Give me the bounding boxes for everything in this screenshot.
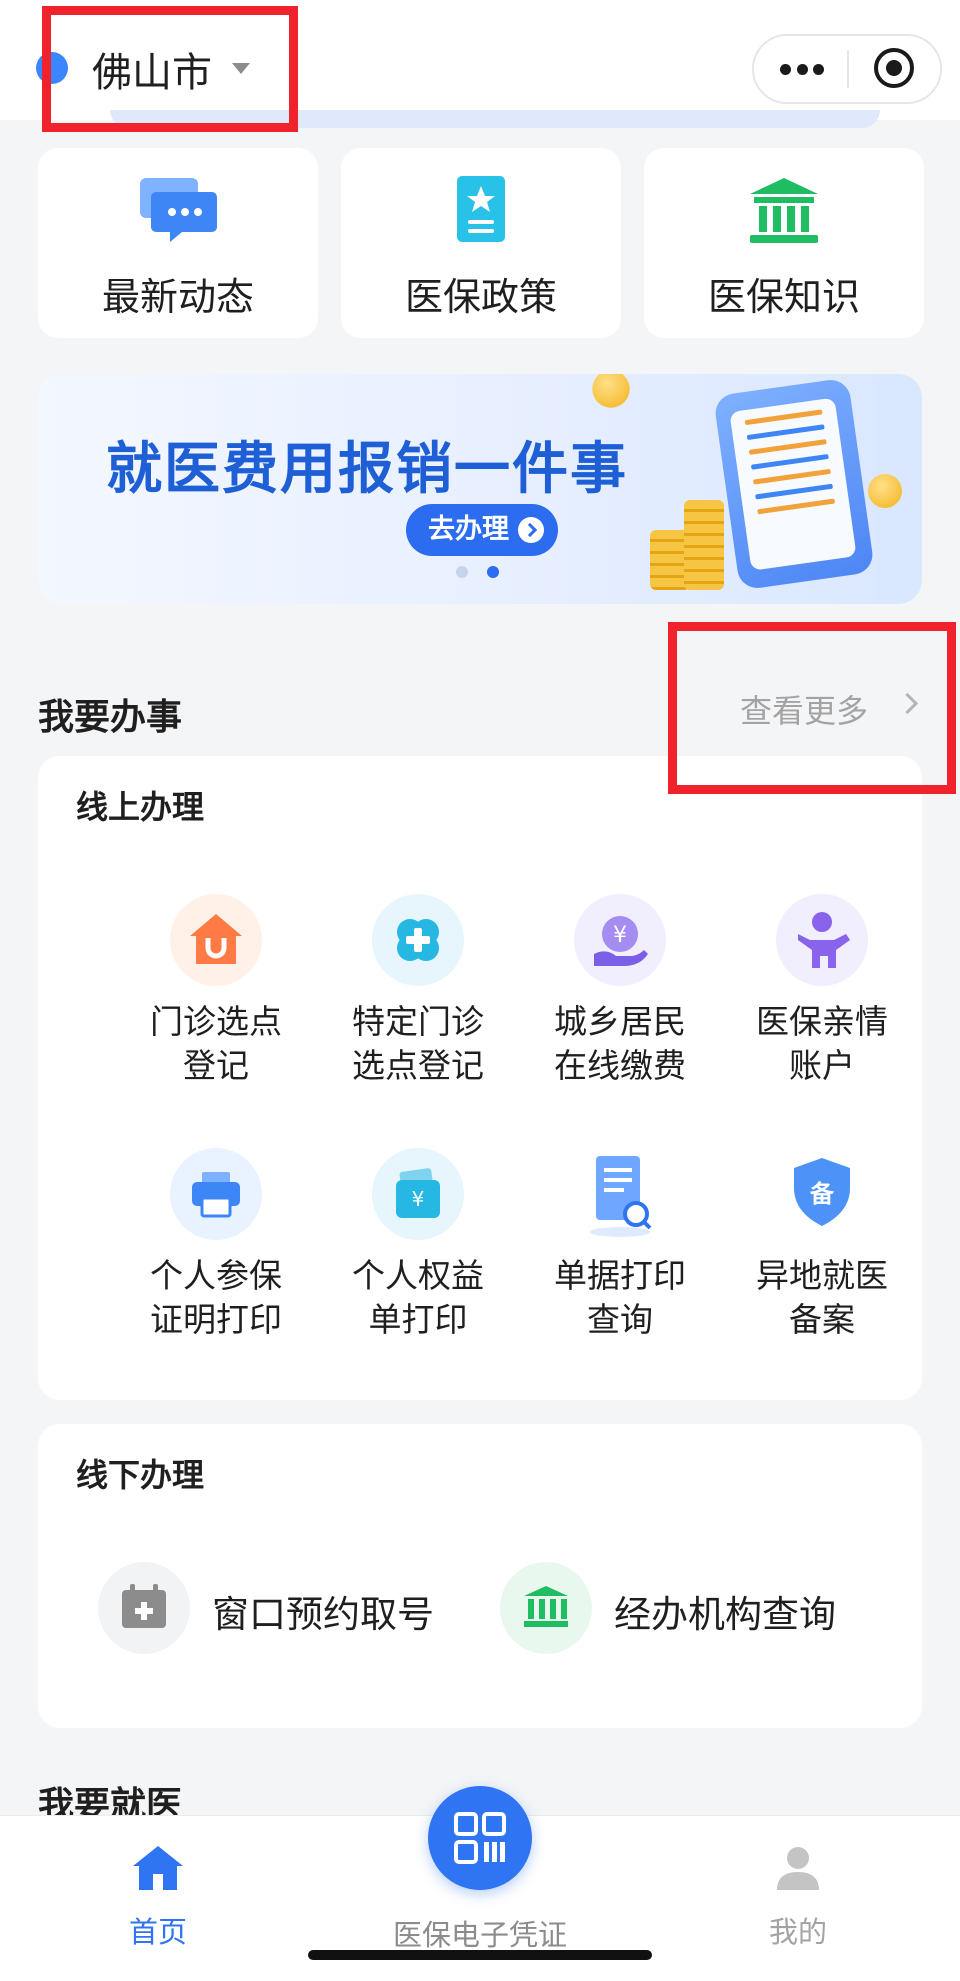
service-resident-payment[interactable]: ¥ 城乡居民在线缴费 <box>520 894 720 1088</box>
service-receipt-print-query[interactable]: 单据打印 查询 <box>520 1148 720 1342</box>
receipt-search-icon <box>574 1148 666 1240</box>
service-family-account[interactable]: 医保亲情 账户 <box>722 894 922 1088</box>
service-name-line: 证明打印 <box>150 1300 282 1339</box>
filing-shield-icon: 备 <box>776 1148 868 1240</box>
svg-text:¥: ¥ <box>613 923 627 948</box>
service-insurance-certificate-print[interactable]: 个人参保 证明打印 <box>116 1148 316 1342</box>
quick-link-label: 医保政策 <box>404 275 557 319</box>
service-name-line: 登记 <box>183 1046 249 1085</box>
carousel-dot-active[interactable] <box>487 566 499 578</box>
quick-link-knowledge[interactable]: 医保知识 <box>644 148 924 338</box>
service-name-line: 在线缴费 <box>554 1046 686 1085</box>
institution-building-icon <box>500 1562 592 1654</box>
qr-code-icon <box>454 1812 506 1864</box>
service-name-line: 查询 <box>587 1300 653 1339</box>
quick-link-label: 最新动态 <box>101 275 254 319</box>
service-name-line: 个人参保 <box>150 1256 282 1295</box>
promo-banner[interactable]: 就医费用报销一件事 去办理 <box>38 374 922 604</box>
ecard-qr-button[interactable] <box>428 1786 532 1890</box>
service-name-line: 异地就医 <box>756 1256 888 1295</box>
tab-label: 我的 <box>768 1915 827 1949</box>
institution-building-icon <box>750 178 818 243</box>
online-services-panel: 线上办理 门诊选点登记 特定门诊选点登记 ¥ 城乡居民在线缴费 医保亲情账户 个… <box>38 756 922 1400</box>
tab-mine[interactable]: 我的 <box>748 1844 848 1951</box>
tab-label: 医保电子凭证 <box>392 1918 567 1952</box>
home-icon <box>133 1846 183 1890</box>
chevron-right-icon <box>518 517 544 543</box>
tab-home[interactable]: 首页 <box>108 1844 208 1951</box>
calendar-add-icon <box>98 1562 190 1654</box>
quick-link-policy[interactable]: 医保政策 <box>341 148 621 338</box>
offline-services-panel: 线下办理 窗口预约取号 经办机构查询 <box>38 1424 922 1728</box>
banner-go-button[interactable]: 去办理 <box>406 504 558 556</box>
service-name-line: 门诊选点 <box>150 1002 282 1041</box>
tab-ecard[interactable]: 医保电子凭证 <box>360 1912 600 1954</box>
printer-icon <box>170 1148 262 1240</box>
service-window-appointment[interactable]: 窗口预约取号 <box>98 1562 458 1654</box>
more-options-icon[interactable] <box>780 62 824 76</box>
highlight-box-city <box>42 6 298 132</box>
service-name-line: 账户 <box>789 1046 855 1085</box>
panel-title: 线下办理 <box>76 1456 205 1494</box>
message-bubble-icon <box>140 178 217 242</box>
yuan-wallet-icon: ¥ <box>372 1148 464 1240</box>
service-name-line: 医保亲情 <box>756 1002 888 1041</box>
coin-illustration <box>592 374 630 408</box>
service-name-line: 单打印 <box>368 1300 468 1339</box>
service-name-line: 选点登记 <box>352 1046 484 1085</box>
service-name-line: 个人权益 <box>352 1256 484 1295</box>
service-name-line: 特定门诊 <box>352 1002 484 1041</box>
house-clinic-icon <box>170 894 262 986</box>
service-agency-query[interactable]: 经办机构查询 <box>500 1562 880 1654</box>
banner-title: 就医费用报销一件事 <box>106 437 628 502</box>
user-icon <box>777 1847 819 1890</box>
coin-stack-illustration <box>684 500 724 590</box>
highlight-box-view-more <box>668 622 956 794</box>
home-indicator <box>308 1950 652 1960</box>
banner-button-label: 去办理 <box>428 514 509 545</box>
policy-document-icon <box>457 176 505 242</box>
service-name-line: 单据打印 <box>554 1256 686 1295</box>
quick-link-news[interactable]: 最新动态 <box>38 148 318 338</box>
yuan-payment-icon: ¥ <box>574 894 666 986</box>
panel-title: 线上办理 <box>76 788 205 826</box>
tab-label: 首页 <box>128 1915 187 1949</box>
service-name-line: 城乡居民 <box>554 1002 686 1041</box>
service-special-outpatient[interactable]: 特定门诊 选点登记 <box>318 894 518 1088</box>
family-person-icon <box>776 894 868 986</box>
service-rights-statement-print[interactable]: ¥ 个人权益单打印 <box>318 1148 518 1342</box>
close-mini-program-icon[interactable] <box>874 48 914 88</box>
phone-illustration <box>713 377 875 591</box>
service-name: 经办机构查询 <box>614 1593 836 1636</box>
service-remote-medical-filing[interactable]: 备 异地就医 备案 <box>722 1148 922 1342</box>
svg-text:备: 备 <box>809 1180 835 1208</box>
quick-link-label: 医保知识 <box>707 275 860 319</box>
svg-text:¥: ¥ <box>412 1187 425 1211</box>
capsule-divider <box>847 50 849 88</box>
service-name: 窗口预约取号 <box>212 1593 434 1636</box>
service-name-line: 备案 <box>789 1300 855 1339</box>
section-title-services: 我要办事 <box>38 697 183 738</box>
carousel-dot[interactable] <box>456 566 468 578</box>
coin-illustration <box>868 474 902 508</box>
service-outpatient-registration[interactable]: 门诊选点 登记 <box>116 894 316 1088</box>
medical-cross-icon <box>372 894 464 986</box>
